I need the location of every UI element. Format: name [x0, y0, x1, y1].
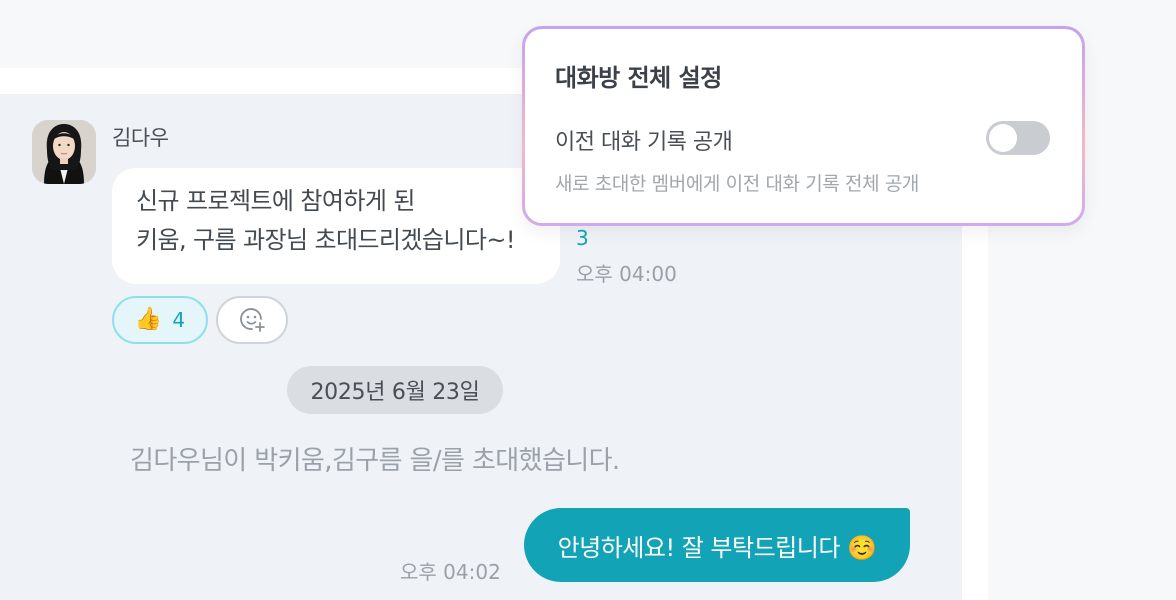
setting-label: 이전 대화 기록 공개: [555, 130, 733, 155]
thumbs-up-icon: 👍: [134, 307, 163, 332]
message-line: 신규 프로젝트에 참여하게 된: [136, 187, 415, 215]
my-message-bubble[interactable]: 안녕하세요! 잘 부탁드립니다 ☺️: [524, 508, 910, 582]
add-reaction-button[interactable]: [216, 296, 288, 344]
chat-screen: 김다우 신규 프로젝트에 참여하게 된 키움, 구름 과장님 초대드리겠습니다~…: [0, 0, 1176, 600]
date-divider: 2025년 6월 23일: [287, 366, 503, 414]
reaction-chip[interactable]: 👍 4: [112, 296, 208, 344]
my-message-time: 오후 04:02: [400, 560, 501, 584]
toggle-knob: [989, 124, 1017, 152]
avatar[interactable]: [32, 120, 96, 184]
reaction-count: 4: [172, 308, 186, 332]
unread-count[interactable]: 3: [576, 226, 589, 250]
profile-photo: [32, 120, 96, 184]
message-line: 키움, 구름 과장님 초대드리겠습니다~!: [136, 226, 515, 254]
smiley-plus-icon: [240, 308, 265, 332]
popover-title: 대화방 전체 설정: [555, 64, 722, 92]
message-time: 오후 04:00: [576, 262, 677, 286]
system-message: 김다우님이 박키움,김구름 을/를 초대했습니다.: [130, 446, 620, 476]
sender-name: 김다우: [112, 126, 169, 150]
message-bubble[interactable]: 신규 프로젝트에 참여하게 된 키움, 구름 과장님 초대드리겠습니다~!: [112, 168, 560, 284]
setting-description: 새로 초대한 멤버에게 이전 대화 기록 전체 공개: [555, 173, 919, 195]
history-visibility-toggle[interactable]: [986, 121, 1050, 155]
